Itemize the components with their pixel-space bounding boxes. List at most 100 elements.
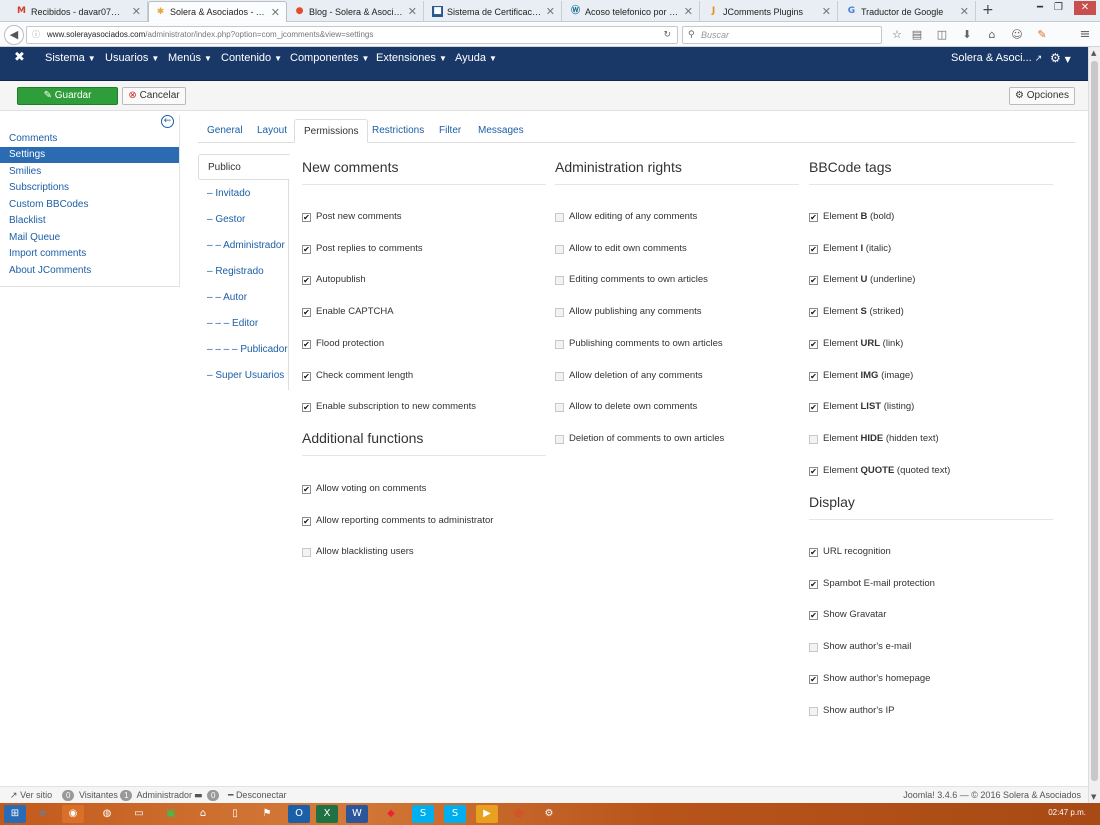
close-tab-icon[interactable]: ✕ (408, 5, 417, 18)
permission-option[interactable]: ✔ Element S (striked) (809, 305, 904, 319)
checkbox-checked[interactable]: ✔ (809, 403, 818, 412)
checkbox-unchecked[interactable] (555, 213, 564, 222)
permission-option[interactable]: Allow editing of any comments (555, 210, 697, 224)
back-icon[interactable]: ◀ (4, 25, 24, 45)
permission-option[interactable]: ✔ Allow reporting comments to administrat… (302, 514, 493, 528)
checkbox-checked[interactable]: ✔ (302, 485, 311, 494)
permission-option[interactable]: ✔ Element B (bold) (809, 210, 894, 224)
home-icon[interactable]: ⌂ (983, 27, 1001, 43)
group-publicador[interactable]: – – – – Publicador (198, 337, 289, 363)
sidebar-item-mail-queue[interactable]: Mail Queue (0, 230, 179, 246)
permission-option[interactable]: Allow publishing any comments (555, 305, 702, 319)
new-tab-icon[interactable]: + (982, 2, 994, 18)
explorer-icon[interactable]: ▭ (128, 805, 150, 823)
browser-tab-acoso[interactable]: Ⓦ Acoso telefonico por de... ✕ (564, 1, 700, 22)
permission-option[interactable]: ✔ Element QUOTE (quoted text) (809, 464, 950, 478)
group-publico[interactable]: Publico (198, 154, 290, 180)
tab-layout[interactable]: Layout (248, 119, 296, 143)
scroll-down-icon[interactable]: ▼ (1091, 793, 1096, 801)
permission-option[interactable]: ✔ URL recognition (809, 545, 891, 559)
close-window-icon[interactable]: ✕ (1074, 1, 1096, 15)
permission-option[interactable]: ✔ Enable subscription to new comments (302, 400, 476, 414)
menu-icon[interactable]: ≡ (1076, 27, 1094, 43)
bookmark-star-icon[interactable]: ☆ (888, 27, 906, 43)
group-editor[interactable]: – – – Editor (198, 311, 289, 337)
checkbox-checked[interactable]: ✔ (809, 213, 818, 222)
pocket-icon[interactable]: ◫ (933, 27, 951, 43)
checkbox-checked[interactable]: ✔ (302, 403, 311, 412)
permission-option[interactable]: Allow deletion of any comments (555, 369, 703, 383)
sidebar-item-blacklist[interactable]: Blacklist (0, 213, 179, 229)
file-icon[interactable]: ▯ (224, 805, 246, 823)
permission-option[interactable]: Allow blacklisting users (302, 545, 414, 559)
permission-option[interactable]: ✔ Flood protection (302, 337, 384, 351)
permission-option[interactable]: ✔ Show Gravatar (809, 608, 886, 622)
checkbox-checked[interactable]: ✔ (809, 675, 818, 684)
firefox-icon[interactable]: ◉ (62, 805, 84, 823)
menu-ayuda[interactable]: Ayuda ▼ (455, 52, 497, 64)
sidebar-item-subscriptions[interactable]: Subscriptions (0, 180, 179, 196)
checkbox-unchecked[interactable] (555, 403, 564, 412)
checkbox-checked[interactable]: ✔ (809, 276, 818, 285)
checkbox-unchecked[interactable] (809, 707, 818, 716)
address-bar[interactable]: ⓘ www.solerayasociados.com/administrator… (26, 26, 678, 44)
skype-business-icon[interactable]: S (444, 805, 466, 823)
joomla-logo-icon[interactable]: ✖ (14, 50, 25, 65)
menu-menus[interactable]: Menús ▼ (168, 52, 212, 64)
vertical-scrollbar[interactable]: ▲ ▼ (1088, 47, 1100, 803)
permission-option[interactable]: ✔ Allow voting on comments (302, 482, 426, 496)
permission-option[interactable]: Publishing comments to own articles (555, 337, 723, 351)
permission-option[interactable]: ✔ Element URL (link) (809, 337, 903, 351)
sidebar-item-custom-bbcodes[interactable]: Custom BBCodes (0, 197, 179, 213)
checkbox-checked[interactable]: ✔ (809, 308, 818, 317)
scrollbar-thumb[interactable] (1091, 61, 1098, 781)
checkbox-checked[interactable]: ✔ (809, 611, 818, 620)
checkbox-checked[interactable]: ✔ (302, 517, 311, 526)
browser-tab-certificacion[interactable]: ■ Sistema de Certificacion... ✕ (426, 1, 562, 22)
search-input[interactable]: ⚲ Buscar (682, 26, 882, 44)
permission-option[interactable]: ✔ Element I (italic) (809, 242, 891, 256)
permission-option[interactable]: ✔ Post new comments (302, 210, 402, 224)
permission-option[interactable]: ✔ Element IMG (image) (809, 369, 913, 383)
close-tab-icon[interactable]: ✕ (684, 5, 693, 18)
group-registrado[interactable]: – Registrado (198, 259, 289, 285)
permission-option[interactable]: ✔ Post replies to comments (302, 242, 423, 256)
close-tab-icon[interactable]: ✕ (822, 5, 831, 18)
checkbox-unchecked[interactable] (809, 435, 818, 444)
cancel-button[interactable]: ⊗ Cancelar (122, 87, 186, 105)
checkbox-checked[interactable]: ✔ (809, 372, 818, 381)
checkbox-unchecked[interactable] (555, 276, 564, 285)
menu-usuarios[interactable]: Usuarios ▼ (105, 52, 159, 64)
menu-extensiones[interactable]: Extensiones ▼ (376, 52, 447, 64)
checkbox-checked[interactable]: ✔ (809, 340, 818, 349)
permission-option[interactable]: Deletion of comments to own articles (555, 432, 724, 446)
close-tab-icon[interactable]: ✕ (960, 5, 969, 18)
permission-option[interactable]: ✔ Autopublish (302, 273, 366, 287)
permission-option[interactable]: Show author's IP (809, 704, 895, 718)
reload-icon[interactable]: ↻ (663, 27, 671, 43)
app-red-icon[interactable]: ◎ (508, 805, 530, 823)
download-icon[interactable]: ⬇ (958, 27, 976, 43)
home-icon[interactable]: ⌂ (192, 805, 214, 823)
permission-option[interactable]: ✔ Show author's homepage (809, 672, 930, 686)
tab-general[interactable]: General (198, 119, 252, 143)
gear-icon[interactable]: ⚙ ▼ (1050, 51, 1071, 65)
group-invitado[interactable]: – Invitado (198, 181, 289, 207)
close-tab-icon[interactable]: ✕ (132, 5, 141, 18)
group-gestor[interactable]: – Gestor (198, 207, 289, 233)
permission-option[interactable]: Allow to edit own comments (555, 242, 687, 256)
chat-icon[interactable]: ☺ (1008, 27, 1026, 43)
outlook-icon[interactable]: O (288, 805, 310, 823)
permission-option[interactable]: Show author's e-mail (809, 640, 911, 654)
word-icon[interactable]: W (346, 805, 368, 823)
checkbox-checked[interactable]: ✔ (809, 580, 818, 589)
group-autor[interactable]: – – Autor (198, 285, 289, 311)
chrome-icon[interactable]: ◍ (96, 805, 118, 823)
permission-option[interactable]: ✔ Spambot E-mail protection (809, 577, 935, 591)
checkbox-checked[interactable]: ✔ (809, 548, 818, 557)
sidebar-item-smilies[interactable]: Smilies (0, 164, 179, 180)
tab-messages[interactable]: Messages (469, 119, 533, 143)
tab-restrictions[interactable]: Restrictions (363, 119, 433, 143)
browser-tab-jcomments[interactable]: J JComments Plugins ✕ (702, 1, 838, 22)
checkbox-unchecked[interactable] (809, 643, 818, 652)
